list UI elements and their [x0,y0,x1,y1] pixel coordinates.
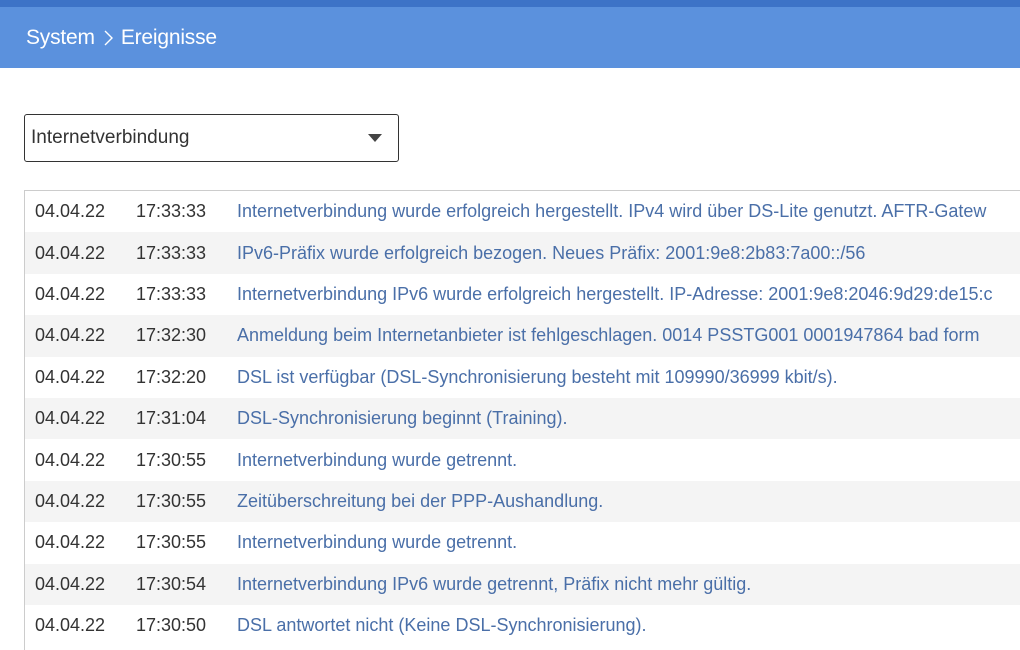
event-message[interactable]: Internetverbindung wurde getrennt. [237,450,517,471]
event-row: 04.04.22 17:32:30 Anmeldung beim Interne… [25,315,1020,357]
event-row: 04.04.22 17:30:50 DSL antwortet nicht (K… [25,605,1020,646]
event-time: 17:33:33 [136,201,207,222]
event-row: 04.04.22 17:31:04 DSL-Synchronisierung b… [25,397,1020,440]
event-date: 04.04.22 [35,201,106,222]
event-row: 04.04.22 17:30:55 Internetverbindung wur… [25,439,1020,480]
event-row: 04.04.22 17:30:55 Internetverbindung wur… [25,522,1020,563]
breadcrumb-system[interactable]: System [26,26,95,50]
event-row: 04.04.22 17:30:54 Internetverbindung IPv… [25,563,1020,605]
event-time: 17:30:55 [136,490,207,511]
event-message[interactable]: DSL-Synchronisierung beginnt (Training). [237,408,568,429]
breadcrumb-ereignisse: Ereignisse [120,25,217,49]
event-date: 04.04.22 [35,325,106,346]
event-message[interactable]: IPv6-Präfix wurde erfolgreich bezogen. N… [237,243,865,264]
event-time: 17:30:55 [136,449,207,470]
event-row: 04.04.22 17:33:33 Internetverbindung wur… [25,191,1020,232]
event-time: 17:32:30 [136,325,207,346]
event-date: 04.04.22 [35,615,106,636]
event-time: 17:33:33 [136,283,207,304]
event-row: 04.04.22 17:30:55 Zeitüberschreitung bei… [25,480,1020,523]
chevron-right-icon [104,30,113,45]
main-content: Internetverbindung 04.04.22 17:33:33 Int… [0,68,1020,650]
breadcrumb: System Ereignisse [26,26,217,50]
event-row: 04.04.22 17:32:20 DSL ist verfügbar (DSL… [25,357,1020,398]
event-time: 17:31:04 [136,408,207,429]
event-date: 04.04.22 [35,573,106,594]
event-message[interactable]: Zeitüberschreitung bei der PPP-Aushandlu… [237,491,603,512]
event-message[interactable]: Internetverbindung wurde erfolgreich her… [237,201,986,222]
event-time: 17:33:33 [136,242,207,263]
event-filter-select[interactable]: Internetverbindung [24,114,399,162]
event-date: 04.04.22 [35,366,106,387]
event-date: 04.04.22 [35,408,106,429]
event-time: 17:32:20 [136,366,207,387]
event-filter-value: Internetverbindung [31,127,190,148]
event-time: 17:30:54 [136,573,207,594]
event-list: 04.04.22 17:33:33 Internetverbindung wur… [24,190,1020,650]
event-time: 17:30:50 [136,615,207,636]
event-date: 04.04.22 [35,449,106,470]
event-row: 04.04.22 17:33:33 IPv6-Präfix wurde erfo… [25,232,1020,274]
event-date: 04.04.22 [35,242,106,263]
event-message[interactable]: Anmeldung beim Internetanbieter ist fehl… [237,325,980,346]
top-accent-strip [0,0,1020,7]
event-date: 04.04.22 [35,490,106,511]
event-message[interactable]: Internetverbindung IPv6 wurde getrennt, … [237,574,751,595]
caret-down-icon [368,134,382,142]
event-message[interactable]: Internetverbindung IPv6 wurde erfolgreic… [237,284,993,305]
event-message[interactable]: Internetverbindung wurde getrennt. [237,532,517,553]
event-date: 04.04.22 [35,283,106,304]
event-row: 04.04.22 17:33:33 Internetverbindung IPv… [25,274,1020,315]
event-message[interactable]: DSL ist verfügbar (DSL-Synchronisierung … [237,367,838,388]
event-time: 17:30:55 [136,532,207,553]
event-message[interactable]: DSL antwortet nicht (Keine DSL-Synchroni… [237,615,647,636]
event-date: 04.04.22 [35,532,106,553]
page-header: System Ereignisse [0,7,1020,68]
